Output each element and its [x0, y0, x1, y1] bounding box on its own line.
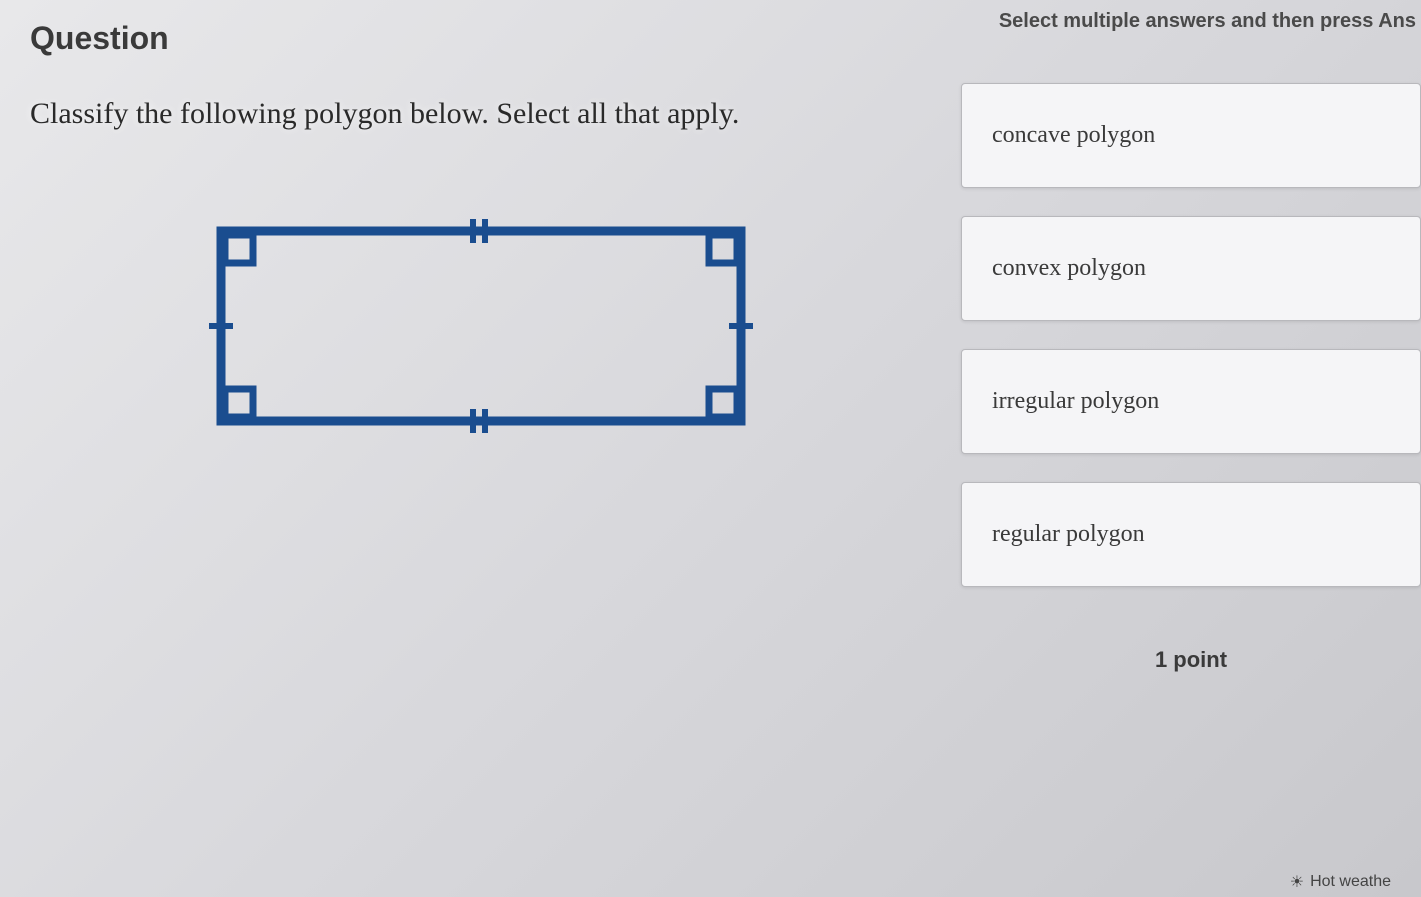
polygon-figure: [161, 181, 781, 481]
figure-container: [30, 181, 911, 481]
taskbar-weather[interactable]: ☀ Hot weathe: [1290, 872, 1391, 892]
weather-icon: ☀: [1290, 872, 1304, 892]
question-heading: Question: [30, 20, 911, 57]
answer-option-concave[interactable]: concave polygon: [961, 83, 1421, 188]
answer-option-regular[interactable]: regular polygon: [961, 482, 1421, 587]
answer-options-list: concave polygon convex polygon irregular…: [961, 83, 1421, 587]
question-prompt: Classify the following polygon below. Se…: [30, 97, 911, 131]
points-label: 1 point: [961, 647, 1421, 673]
answer-option-convex[interactable]: convex polygon: [961, 216, 1421, 321]
weather-text: Hot weathe: [1310, 873, 1391, 891]
instruction-text: Select multiple answers and then press A…: [961, 10, 1421, 33]
answer-option-irregular[interactable]: irregular polygon: [961, 349, 1421, 454]
answer-panel: Select multiple answers and then press A…: [941, 0, 1421, 897]
question-panel: Question Classify the following polygon …: [0, 0, 941, 897]
